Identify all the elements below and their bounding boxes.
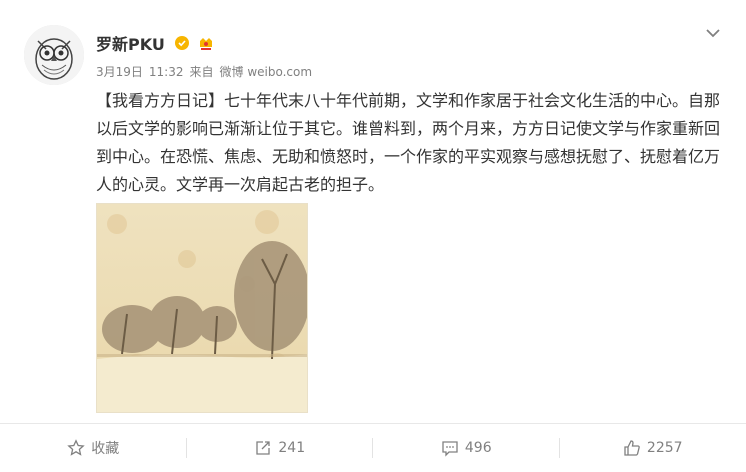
post-time[interactable]: 11:32 xyxy=(149,65,184,79)
repost-icon xyxy=(256,441,271,455)
like-count: 2257 xyxy=(646,440,683,456)
vip-badge-icon[interactable] xyxy=(197,34,215,52)
favorite-label: 收藏 xyxy=(91,441,120,457)
comment-icon xyxy=(442,441,458,457)
source-prefix: 来自 xyxy=(189,65,214,79)
owl-avatar-icon xyxy=(24,25,84,85)
post-source[interactable]: 微博 weibo.com xyxy=(220,65,313,79)
post-text: 【我看方方日记】七十年代末八十年代前期，文学和作家居于社会文化生活的中心。自那以… xyxy=(96,91,721,194)
favorite-button[interactable]: 收藏 xyxy=(0,424,187,472)
post-date[interactable]: 3月19日 xyxy=(96,65,143,79)
star-icon xyxy=(67,439,85,456)
post-meta: 3月19日 11:32 来自 微博 weibo.com xyxy=(96,63,318,80)
repost-button[interactable]: 241 xyxy=(187,424,374,472)
user-name[interactable]: 罗新PKU xyxy=(96,31,165,55)
action-toolbar: 收藏 241 496 2257 xyxy=(0,423,746,472)
like-icon xyxy=(624,440,640,456)
like-button[interactable]: 2257 xyxy=(560,424,746,472)
comment-button[interactable]: 496 xyxy=(373,424,560,472)
chevron-down-icon[interactable] xyxy=(704,24,722,42)
user-header: 罗新PKU xyxy=(96,31,215,55)
post-content: 【我看方方日记】七十年代末八十年代前期，文学和作家居于社会文化生活的中心。自那以… xyxy=(96,87,724,199)
comment-count: 496 xyxy=(464,440,492,456)
winter-trees-image xyxy=(97,204,307,412)
verified-icon xyxy=(174,36,189,50)
avatar[interactable] xyxy=(24,25,84,85)
post-image[interactable] xyxy=(96,203,308,413)
repost-count: 241 xyxy=(278,440,306,456)
